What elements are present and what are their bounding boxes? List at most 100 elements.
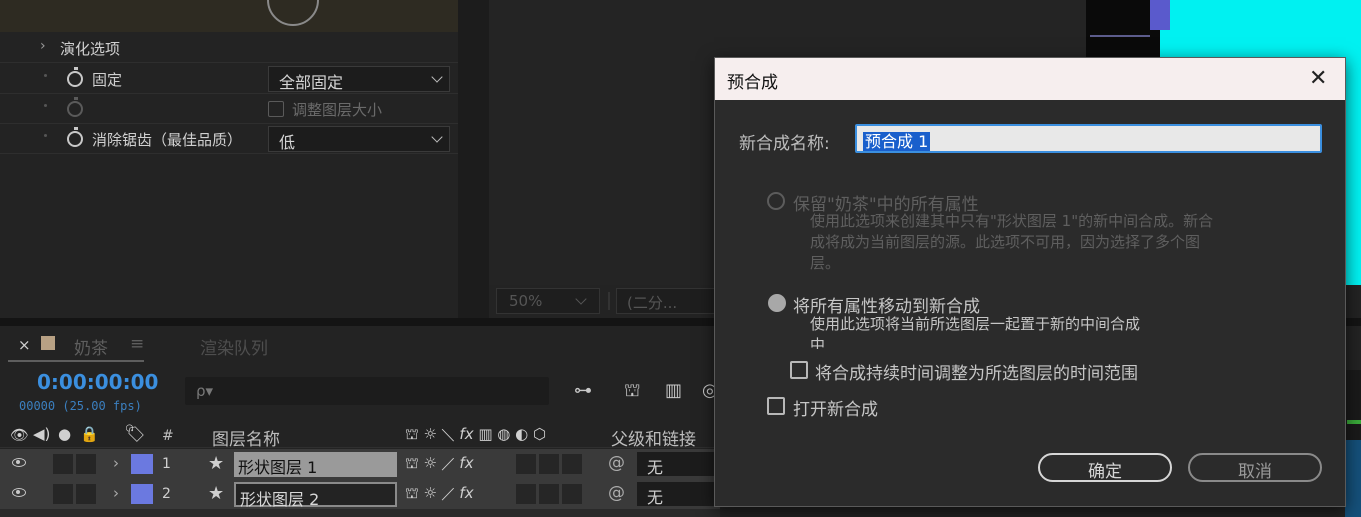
row-bullet bbox=[44, 104, 47, 107]
fx-row-fixed: 固定 全部固定 bbox=[0, 64, 458, 94]
frame-blending-icon[interactable]: ▥ bbox=[665, 380, 682, 401]
label-tag-icon[interactable]: 🏷 bbox=[124, 424, 146, 444]
layer-label-swatch[interactable] bbox=[131, 484, 153, 504]
antialias-dropdown[interactable]: 低 bbox=[268, 126, 450, 152]
row-bullet bbox=[44, 134, 47, 137]
layer-switches[interactable]: ⛫ ☼ ⟋ fx bbox=[405, 484, 474, 504]
comp-name-input[interactable]: 预合成 1 bbox=[855, 124, 1322, 153]
shape-line bbox=[1090, 35, 1150, 37]
shy-layers-icon[interactable]: ⛫ bbox=[624, 380, 641, 404]
solo-cell[interactable] bbox=[53, 484, 73, 504]
ok-button[interactable]: 确定 bbox=[1038, 453, 1172, 482]
open-new-comp-label[interactable]: 打开新合成 bbox=[793, 395, 878, 420]
audio-toggle-icon[interactable]: ◀) bbox=[33, 425, 50, 443]
fixed-dropdown-value: 全部固定 bbox=[279, 73, 344, 92]
current-timecode[interactable]: 0:00:00:00 bbox=[37, 370, 158, 394]
move-attributes-desc-1: 使用此选项将当前所选图层一起置于新的中间合成 bbox=[810, 315, 1141, 333]
chevron-down-icon bbox=[431, 71, 443, 83]
close-icon[interactable]: ✕ bbox=[1309, 66, 1327, 91]
column-num: # bbox=[162, 428, 174, 444]
adjust-duration-checkbox[interactable] bbox=[790, 361, 808, 379]
frame-rate-readout: 00000 (25.00 fps) bbox=[19, 399, 142, 413]
chevron-right-icon[interactable]: › bbox=[113, 484, 119, 502]
switch-cell[interactable] bbox=[562, 484, 582, 504]
row-bullet bbox=[44, 74, 47, 77]
chevron-down-icon bbox=[431, 131, 443, 143]
antialias-dropdown-value: 低 bbox=[279, 133, 296, 152]
switch-cell[interactable] bbox=[516, 484, 536, 504]
leave-attributes-radio bbox=[767, 192, 785, 210]
switch-cell[interactable] bbox=[539, 454, 559, 474]
pick-whip-icon[interactable]: @ bbox=[608, 453, 625, 473]
move-attributes-desc-2: 中 bbox=[810, 336, 826, 349]
lock-cell[interactable] bbox=[76, 484, 96, 504]
fixed-label: 固定 bbox=[92, 71, 123, 89]
switch-cell[interactable] bbox=[516, 454, 536, 474]
leave-attributes-desc-3: 层。 bbox=[810, 254, 841, 272]
leave-attributes-desc-1: 使用此选项来创建其中只有"形状图层 1"的新中间合成。新合 bbox=[810, 212, 1214, 230]
resize-layer-checkbox[interactable] bbox=[268, 101, 284, 117]
stopwatch-icon bbox=[67, 97, 83, 117]
toolbar-separator bbox=[608, 292, 610, 310]
layer-switches[interactable]: ⛫ ☼ ⟋ fx bbox=[405, 454, 474, 474]
cancel-button[interactable]: 取消 bbox=[1188, 453, 1322, 482]
fx-row-antialias: 消除锯齿（最佳品质） 低 bbox=[0, 124, 458, 154]
dialog-title-bar[interactable] bbox=[715, 58, 1345, 100]
move-attributes-radio[interactable] bbox=[768, 294, 786, 312]
lock-cell[interactable] bbox=[76, 454, 96, 474]
table-row[interactable]: › 1 ★ 形状图层 1 ⛫ ☼ ⟋ fx @ 无 bbox=[0, 449, 721, 479]
eye-icon[interactable] bbox=[12, 458, 26, 467]
layer-label-swatch[interactable] bbox=[131, 454, 153, 474]
search-icon: ρ▾ bbox=[196, 382, 214, 400]
video-toggle-icon[interactable]: 👁 bbox=[10, 426, 29, 444]
panel-menu-icon[interactable]: ≡ bbox=[130, 334, 144, 354]
star-icon: ★ bbox=[208, 483, 225, 504]
comp-color-swatch bbox=[41, 336, 55, 350]
stopwatch-icon[interactable] bbox=[67, 127, 83, 147]
table-row[interactable]: › 2 ★ 形状图层 2 ⛫ ☼ ⟋ fx @ 无 bbox=[0, 479, 721, 509]
switches-icons: ⛫ ☼ ⟍ fx ▥ ◍ ◐ ⬡ bbox=[405, 425, 547, 443]
parent-dropdown[interactable]: 无 bbox=[637, 482, 721, 507]
layer-search-input[interactable] bbox=[185, 377, 549, 405]
fx-row-evolution-options[interactable]: › 演化选项 bbox=[0, 33, 458, 63]
dialog-title: 预合成 bbox=[727, 73, 778, 93]
parent-dropdown[interactable]: 无 bbox=[637, 452, 721, 477]
active-tab-indicator bbox=[8, 360, 144, 362]
layer-name[interactable]: 形状图层 2 bbox=[234, 482, 397, 509]
antialias-label: 消除锯齿（最佳品质） bbox=[92, 131, 243, 149]
solo-icon[interactable]: ● bbox=[58, 425, 71, 443]
layer-number: 1 bbox=[162, 456, 171, 472]
work-area-bar[interactable] bbox=[1347, 420, 1361, 424]
lock-icon[interactable]: 🔒 bbox=[80, 425, 99, 443]
star-icon: ★ bbox=[208, 453, 225, 474]
open-new-comp-checkbox[interactable] bbox=[767, 397, 785, 415]
switch-cell[interactable] bbox=[562, 454, 582, 474]
stopwatch-icon[interactable] bbox=[67, 67, 83, 87]
eye-icon[interactable] bbox=[12, 488, 26, 497]
close-tab-icon[interactable]: × bbox=[18, 336, 31, 354]
tab-comp-name[interactable]: 奶茶 bbox=[74, 334, 108, 359]
switch-cell[interactable] bbox=[539, 484, 559, 504]
layer-name[interactable]: 形状图层 1 bbox=[234, 452, 397, 477]
chevron-right-icon[interactable]: › bbox=[113, 454, 119, 472]
layer-duration-bar[interactable] bbox=[1345, 440, 1361, 517]
adjust-duration-label[interactable]: 将合成持续时间调整为所选图层的时间范围 bbox=[815, 359, 1138, 384]
evolution-options-label: 演化选项 bbox=[60, 40, 121, 58]
solo-cell[interactable] bbox=[53, 454, 73, 474]
resolution-dropdown[interactable]: (二分... bbox=[616, 288, 716, 314]
column-parent[interactable]: 父级和链接 bbox=[611, 425, 696, 450]
fixed-dropdown[interactable]: 全部固定 bbox=[268, 66, 450, 92]
fx-row-resize-layer: 调整图层大小 bbox=[0, 94, 458, 124]
zoom-dropdown[interactable]: 50% bbox=[496, 288, 600, 314]
comp-name-value: 预合成 1 bbox=[863, 132, 931, 151]
zoom-value: 50% bbox=[509, 292, 543, 310]
column-layer-name[interactable]: 图层名称 bbox=[212, 425, 280, 450]
resize-layer-label: 调整图层大小 bbox=[292, 101, 383, 119]
composition-flowchart-icon[interactable]: ⊶ bbox=[574, 380, 592, 401]
chevron-right-icon[interactable]: › bbox=[40, 38, 46, 54]
pick-whip-icon[interactable]: @ bbox=[608, 483, 625, 503]
tab-render-queue[interactable]: 渲染队列 bbox=[200, 334, 268, 359]
move-attributes-desc-clip: 中 bbox=[810, 335, 1230, 349]
leave-attributes-desc-2: 成将成为当前图层的源。此选项不可用，因为选择了多个图 bbox=[810, 233, 1201, 251]
shape-edge bbox=[1150, 0, 1170, 30]
